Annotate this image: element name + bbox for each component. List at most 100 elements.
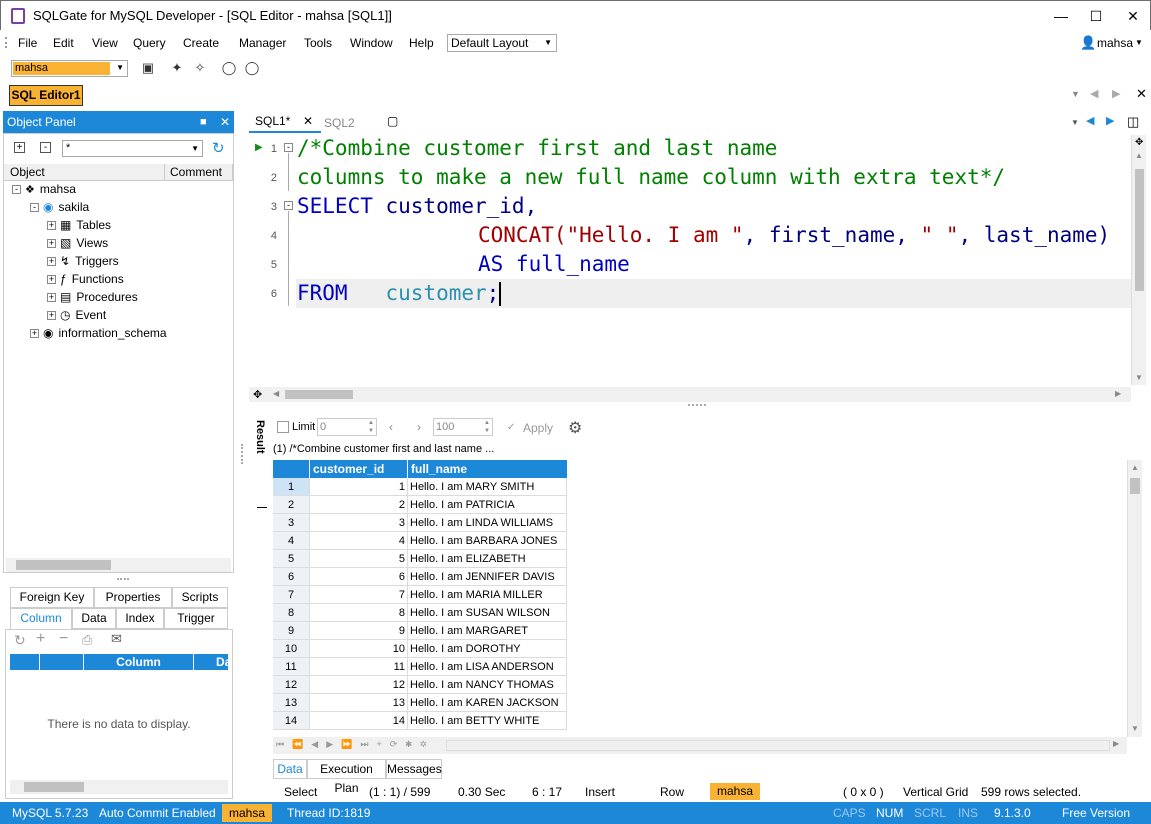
- scroll-up-icon[interactable]: ▲: [1135, 151, 1143, 160]
- tree-item-functions[interactable]: +ƒFunctions: [47, 270, 124, 288]
- cell-full-name[interactable]: Hello. I am NANCY THOMAS: [408, 676, 567, 694]
- expand-icon[interactable]: +: [47, 221, 56, 230]
- result-vscrollbar[interactable]: ▲ ▼: [1127, 460, 1142, 737]
- fold-icon[interactable]: -: [284, 201, 293, 210]
- cell-full-name[interactable]: Hello. I am PATRICIA JOHNSON: [408, 496, 567, 514]
- tab-trigger[interactable]: Trigger: [164, 608, 228, 629]
- user-menu[interactable]: mahsa: [1097, 36, 1133, 50]
- chevron-down-icon[interactable]: ▼: [1135, 38, 1143, 47]
- cell-customer-id[interactable]: 3: [310, 514, 408, 532]
- row-header[interactable]: 10: [273, 640, 310, 658]
- tree-item-procedures[interactable]: +▤Procedures: [47, 288, 138, 306]
- cell-full-name[interactable]: Hello. I am KAREN JACKSON: [408, 694, 567, 712]
- refresh-icon[interactable]: ↻: [212, 139, 225, 157]
- arrow-right-icon[interactable]: ▶: [1106, 114, 1114, 127]
- close-icon[interactable]: ✕: [1136, 86, 1147, 102]
- next-page-icon[interactable]: ›: [417, 420, 421, 434]
- tab-foreign-key[interactable]: Foreign Key: [10, 587, 94, 608]
- row-header[interactable]: 12: [273, 676, 310, 694]
- row-header[interactable]: 4: [273, 532, 310, 550]
- tree-item-tables[interactable]: +▦Tables: [47, 216, 111, 234]
- add-icon[interactable]: +: [36, 630, 45, 648]
- arrow-right-icon[interactable]: ▶: [1112, 87, 1120, 100]
- apply-button[interactable]: Apply: [523, 421, 553, 435]
- scroll-thumb[interactable]: [16, 560, 111, 570]
- scroll-thumb[interactable]: [285, 390, 353, 399]
- row-header[interactable]: 1: [273, 478, 310, 496]
- row-header[interactable]: 3: [273, 514, 310, 532]
- chevron-down-icon[interactable]: ▼: [1071, 118, 1079, 127]
- editor-hscrollbar[interactable]: ✥ ◀ ▶: [249, 387, 1131, 402]
- cell-customer-id[interactable]: 1: [310, 478, 408, 496]
- scroll-thumb[interactable]: [1130, 478, 1140, 494]
- cell-customer-id[interactable]: 5: [310, 550, 408, 568]
- remove-icon[interactable]: −: [59, 630, 68, 648]
- comment-column-header[interactable]: Comment: [165, 164, 233, 181]
- cell-full-name[interactable]: Hello. I am LISA ANDERSON: [408, 658, 567, 676]
- limit-checkbox[interactable]: [277, 421, 289, 433]
- expand-icon[interactable]: +: [47, 293, 56, 302]
- row-header[interactable]: 9: [273, 622, 310, 640]
- expand-icon[interactable]: +: [47, 311, 56, 320]
- close-window-button[interactable]: ✕: [1123, 6, 1143, 26]
- expand-icon[interactable]: +: [47, 239, 56, 248]
- cell-customer-id[interactable]: 13: [310, 694, 408, 712]
- close-icon[interactable]: ✕: [220, 111, 230, 133]
- split-view-icon[interactable]: ◫: [1127, 114, 1139, 130]
- comment-icon[interactable]: ✉: [111, 631, 122, 647]
- cell-customer-id[interactable]: 12: [310, 676, 408, 694]
- cell-full-name[interactable]: Hello. I am LINDA WILLIAMS: [408, 514, 567, 532]
- tab-messages[interactable]: Messages: [386, 759, 442, 779]
- cell-full-name[interactable]: Hello. I am SUSAN WILSON: [408, 604, 567, 622]
- editor-tab-sql2[interactable]: SQL2: [324, 116, 355, 130]
- result-side-tab[interactable]: Result: [252, 420, 266, 454]
- tree-db-information-schema[interactable]: +◉information_schema: [30, 324, 167, 342]
- editor-tab-sql1[interactable]: SQL1* ✕: [249, 110, 321, 133]
- print-icon[interactable]: ⎙: [82, 632, 92, 648]
- details-hscrollbar[interactable]: [10, 780, 228, 794]
- split-icon[interactable]: ✥: [253, 388, 262, 401]
- expand-all-icon[interactable]: +: [14, 142, 25, 153]
- object-panel-hscrollbar[interactable]: [6, 558, 231, 572]
- page-size-input[interactable]: 100 ▲▼: [433, 418, 493, 436]
- cell-full-name[interactable]: Hello. I am DOROTHY TAYLOR: [408, 640, 567, 658]
- object-column-header[interactable]: Object: [4, 164, 165, 181]
- scroll-left-icon[interactable]: ◀: [273, 389, 279, 398]
- collapse-icon[interactable]: -: [30, 203, 39, 212]
- database-add-icon[interactable]: ◯: [221, 60, 237, 76]
- layout-select[interactable]: Default Layout ▼: [447, 34, 557, 52]
- cell-customer-id[interactable]: 2: [310, 496, 408, 514]
- cell-customer-id[interactable]: 4: [310, 532, 408, 550]
- tab-data-result[interactable]: Data: [273, 759, 307, 779]
- tab-execution-plan[interactable]: Execution Plan: [307, 759, 386, 779]
- row-header[interactable]: 11: [273, 658, 310, 676]
- unplug-icon[interactable]: ✧: [192, 60, 208, 76]
- connection-select[interactable]: mahsa ▼: [11, 60, 128, 77]
- tree-item-triggers[interactable]: +↯Triggers: [47, 252, 119, 270]
- scroll-down-icon[interactable]: ▼: [1135, 373, 1143, 382]
- expand-icon[interactable]: +: [30, 329, 39, 338]
- tab-data[interactable]: Data: [72, 608, 116, 629]
- row-header[interactable]: 8: [273, 604, 310, 622]
- new-tab-icon[interactable]: ▢: [387, 114, 398, 128]
- result-grid[interactable]: customer_id full_name 11Hello. I am MARY…: [273, 460, 1127, 737]
- column-header[interactable]: Column: [84, 654, 194, 670]
- refresh-icon[interactable]: ↻: [14, 632, 26, 649]
- menu-manager[interactable]: Manager: [239, 36, 286, 50]
- menu-window[interactable]: Window: [350, 36, 393, 50]
- record-navigator[interactable]: ⏮⏪◀▶⏩⏭+⟳✱✲: [276, 739, 434, 750]
- column-header-customer-id[interactable]: customer_id: [310, 460, 408, 478]
- row-header[interactable]: 6: [273, 568, 310, 586]
- row-header[interactable]: 2: [273, 496, 310, 514]
- limit-input[interactable]: 0 ▲▼: [317, 418, 377, 436]
- menu-create[interactable]: Create: [183, 36, 219, 50]
- row-header[interactable]: 13: [273, 694, 310, 712]
- fold-icon[interactable]: -: [284, 143, 293, 152]
- cell-customer-id[interactable]: 7: [310, 586, 408, 604]
- splitter-grip[interactable]: [117, 578, 129, 583]
- menu-view[interactable]: View: [92, 36, 118, 50]
- scroll-down-icon[interactable]: ▼: [1131, 724, 1139, 733]
- result-hscrollbar[interactable]: [446, 740, 1110, 751]
- cell-full-name[interactable]: Hello. I am BETTY WHITE: [408, 712, 567, 730]
- cell-full-name[interactable]: Hello. I am MARIA MILLER: [408, 586, 567, 604]
